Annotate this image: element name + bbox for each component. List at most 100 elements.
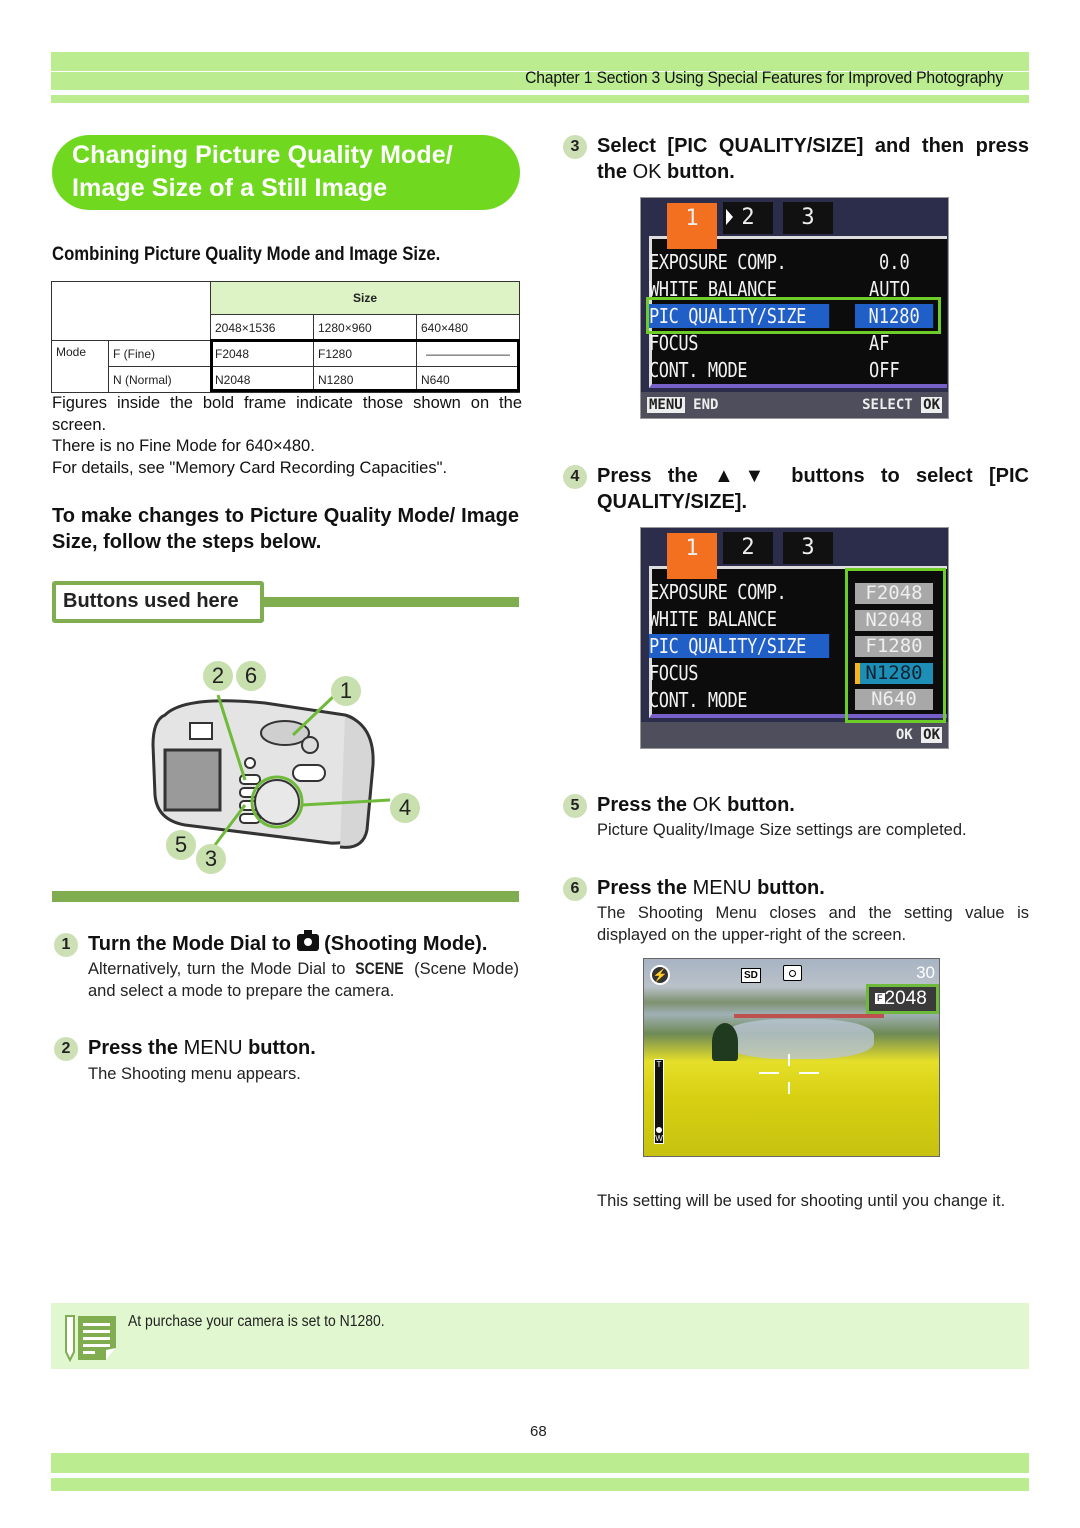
mode-label: Mode (51, 340, 109, 393)
menu-item-value: AF (869, 331, 890, 355)
table-row: N (Normal) N2048 N1280 N640 (52, 366, 520, 393)
table-corner-cell (51, 281, 211, 341)
selection-highlight-frame (646, 297, 941, 334)
ok-key-icon: OK (921, 727, 942, 743)
sd-card-icon: SD (741, 968, 761, 983)
section-title-line-1: Changing Picture Quality Mode/ (72, 141, 453, 169)
page-number: 68 (530, 1423, 547, 1440)
menu-item-label: FOCUS (649, 661, 699, 685)
buttons-used-rule (262, 597, 519, 607)
mode-name: N (Normal) (108, 366, 211, 393)
step-1-body: Alternatively, turn the Mode Dial to SCE… (88, 960, 520, 1000)
tab-pointer-icon (726, 209, 733, 225)
note-bold-frame: Figures inside the bold frame indicate t… (52, 394, 522, 434)
size-column-header: 2048×1536 (210, 314, 314, 341)
zoom-position-marker (656, 1127, 662, 1133)
menu-item-label: EXPOSURE COMP. (649, 250, 787, 274)
menu-key-label: MENU (692, 877, 752, 899)
step-number-2: 2 (54, 1037, 78, 1061)
menu-item-label: FOCUS (649, 331, 699, 355)
step-5-title: Press the OK button. (597, 794, 795, 816)
step-5-body: Picture Quality/Image Size settings are … (597, 821, 967, 839)
focus-frame (759, 1054, 819, 1094)
table-cell-empty: ——————— (416, 340, 520, 367)
step-2-body: The Shooting menu appears. (88, 1065, 301, 1083)
options-highlight-frame (845, 568, 946, 723)
step-number-6: 6 (563, 877, 587, 901)
lcd-screen-shape (163, 748, 222, 812)
menu-tab-3: 3 (783, 202, 833, 234)
table-cell: F1280 (313, 340, 417, 367)
shots-remaining: 30 (916, 963, 935, 982)
quality-size-table: Size 2048×1536 1280×960 640×480 Mode F (… (51, 281, 520, 393)
table-cell: F2048 (210, 340, 314, 367)
ok-key-label: OK (692, 794, 722, 816)
menu-item-label: CONT. MODE (649, 688, 748, 712)
tree-shape (712, 1023, 738, 1061)
menu-item-label: CONT. MODE (649, 358, 748, 382)
menu-tab-2: 2 (723, 532, 773, 564)
section-title: Changing Picture Quality Mode/ Image Siz… (52, 135, 520, 210)
footer-band-bottom (51, 1478, 1029, 1491)
menu-tab-3: 3 (783, 532, 833, 564)
size-column-header: 640×480 (416, 314, 520, 341)
viewfinder (189, 722, 213, 740)
table-row: Mode F (Fine) F2048 F1280 ——————— (51, 340, 520, 393)
step-number-4: 4 (563, 465, 587, 489)
table-cell: N640 (416, 366, 520, 393)
footer-band-top (51, 1453, 1029, 1473)
menu-tab-1: 1 (667, 533, 717, 579)
menu-footer: MENU END SELECT OK (641, 392, 948, 418)
fine-badge-icon: F (875, 993, 885, 1004)
menu-tab-1: 1 (667, 203, 717, 249)
zoom-bar: T W (654, 1059, 664, 1144)
quality-value: 2048 (884, 988, 927, 1009)
step-1-title: Turn the Mode Dial to (Shooting Mode). (88, 930, 487, 957)
step-6-title: Press the MENU button. (597, 877, 825, 899)
table-cell: N2048 (210, 366, 314, 393)
step-6-body: The Shooting Menu closes and the setting… (597, 904, 1029, 944)
flash-off-icon: ⚡ (650, 965, 670, 985)
zoom-lever (292, 764, 326, 782)
step-number-5: 5 (563, 794, 587, 818)
callout-6: 6 (236, 661, 266, 691)
mode-name: F (Fine) (108, 340, 211, 367)
size-header: Size (210, 281, 520, 315)
up-down-arrows-icon: ▲▼ (714, 465, 776, 487)
chapter-title: Chapter 1 Section 3 Using Special Featur… (525, 69, 1003, 87)
step-3-title: Select [PIC QUALITY/SIZE] and then press… (597, 135, 1029, 183)
memo-icon (65, 1315, 116, 1362)
callout-2: 2 (203, 661, 233, 691)
section-title-line-2: Image Size of a Still Image (72, 174, 388, 202)
buttons-used-label: Buttons used here (52, 581, 264, 623)
tip-text: At purchase your camera is set to N1280. (128, 1313, 385, 1330)
camera-mode-icon (783, 965, 802, 981)
menu-item-value: 0.0 (879, 250, 910, 274)
step-4-title: Press the ▲▼ buttons to select [PIC QUAL… (597, 465, 1029, 513)
section-divider (52, 891, 519, 902)
size-column-header: 1280×960 (313, 314, 417, 341)
camera-side (339, 713, 375, 849)
ok-key-icon: OK (921, 397, 942, 413)
ok-key-label: OK (632, 161, 662, 183)
header-band-bottom (51, 95, 1029, 103)
callout-5: 5 (166, 830, 196, 860)
menu-item-label: WHITE BALANCE (649, 607, 777, 631)
note-see-details: For details, see "Memory Card Recording … (52, 459, 448, 477)
button-round (244, 757, 256, 769)
menu-footer: OK OK (641, 722, 948, 748)
live-view-screen: ⚡ SD 30 F 2048 T W (643, 958, 940, 1157)
quality-indicator: F 2048 (866, 984, 939, 1014)
river-shape (724, 1019, 874, 1059)
table-cell: N1280 (313, 366, 417, 393)
note-no-fine-mode: There is no Fine Mode for 640×480. (52, 437, 315, 455)
scene-label: SCENE (355, 960, 404, 978)
menu-item-label-selected: PIC QUALITY/SIZE (649, 634, 830, 658)
menu-key-icon: MENU (647, 397, 685, 413)
closing-note: This setting will be used for shooting u… (597, 1192, 1006, 1210)
menu-key-label: MENU (183, 1037, 243, 1059)
dpad-shape (254, 779, 300, 825)
callout-1: 1 (331, 676, 361, 706)
step-number-1: 1 (54, 933, 78, 957)
bridge-shape (734, 1014, 884, 1018)
